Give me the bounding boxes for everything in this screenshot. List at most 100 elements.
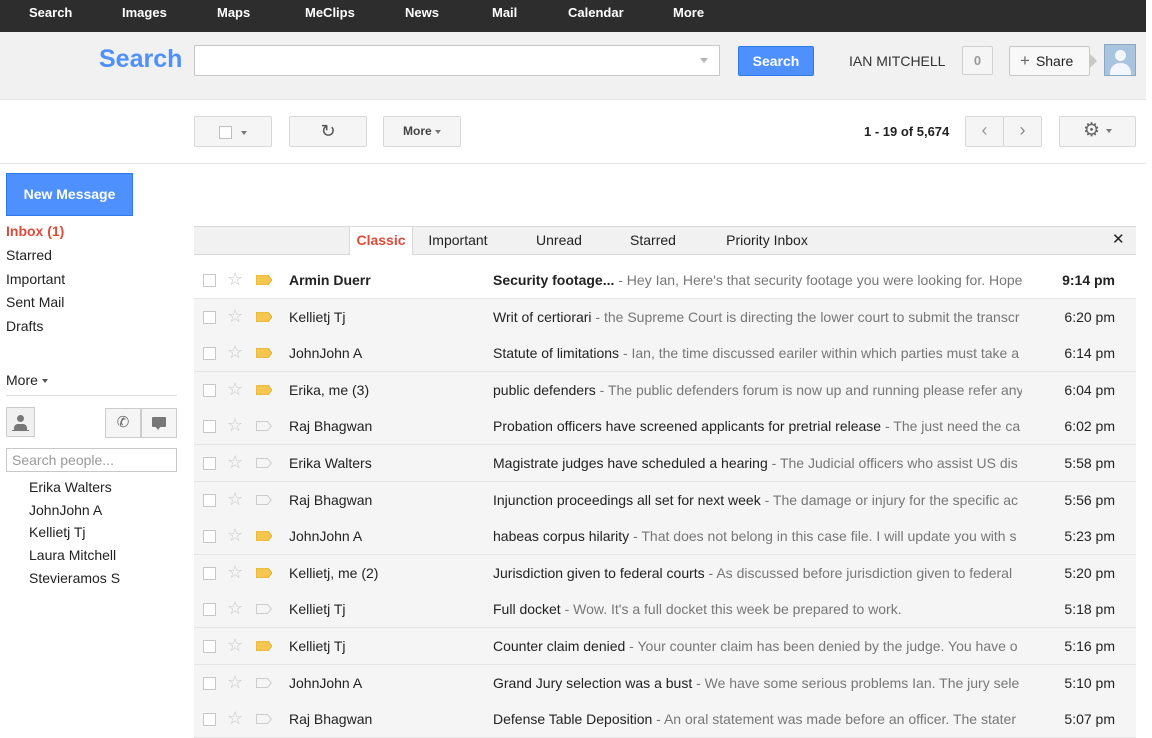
more-actions-button[interactable]: More [383,116,461,147]
row-checkbox[interactable] [203,347,216,360]
message-row[interactable]: ☆ Raj Bhagwan Injunction proceedings all s… [194,482,1136,519]
star-icon[interactable]: ☆ [227,415,243,435]
importance-marker-icon[interactable] [256,678,272,688]
sidebar-item-drafts[interactable]: Drafts [6,318,43,334]
message-subject: Grand Jury selection was a bust [493,675,693,691]
search-options-dropdown-icon[interactable] [700,58,708,63]
chevron-down-icon [1106,128,1113,133]
previous-page-button[interactable]: ‹ [965,116,1004,147]
star-icon[interactable]: ☆ [227,562,243,582]
nav-search[interactable]: Search [29,0,72,28]
row-checkbox[interactable] [203,494,216,507]
importance-marker-icon[interactable] [256,348,272,358]
row-checkbox[interactable] [203,677,216,690]
nav-maps[interactable]: Maps [217,0,250,28]
sidebar-item-sent-mail[interactable]: Sent Mail [6,294,64,310]
tab-priority-inbox[interactable]: Priority Inbox [719,227,815,254]
tab-classic[interactable]: Classic [349,227,413,255]
contact-item[interactable]: Erika Walters [29,479,112,495]
star-icon[interactable]: ☆ [227,708,243,728]
chat-button[interactable] [141,408,177,438]
message-row[interactable]: ☆ Kellietj Tj Full docket - Wow. It's a fu… [194,591,1136,628]
row-checkbox[interactable] [203,420,216,433]
nav-more[interactable]: More [673,0,704,28]
message-row[interactable]: ☆ JohnJohn A Statute of limitations - Ian,… [194,335,1136,372]
message-row[interactable]: ☆ JohnJohn A habeas corpus hilarity - That… [194,518,1136,555]
search-input[interactable] [194,45,720,76]
tab-important[interactable]: Important [419,227,497,254]
contacts-status-button[interactable] [6,407,35,437]
nav-meclips[interactable]: MeClips [305,0,355,28]
nav-mail[interactable]: Mail [492,0,517,28]
message-row[interactable]: ☆ Kellietj, me (2) Jurisdiction given to f… [194,555,1136,592]
star-icon[interactable]: ☆ [227,489,243,509]
tab-starred[interactable]: Starred [618,227,688,254]
importance-marker-icon[interactable] [256,275,272,285]
message-row[interactable]: ☆ JohnJohn A Grand Jury selection was a bu… [194,665,1136,702]
row-checkbox[interactable] [203,311,216,324]
message-time: 5:16 pm [1064,638,1115,654]
message-sender: Erika, me (3) [289,382,370,398]
message-row[interactable]: ☆ Raj Bhagwan Probation officers have scre… [194,408,1136,445]
avatar[interactable] [1104,44,1136,76]
nav-news[interactable]: News [405,0,439,28]
next-page-button[interactable]: › [1003,116,1042,147]
row-checkbox[interactable] [203,567,216,580]
star-icon[interactable]: ☆ [227,525,243,545]
importance-marker-icon[interactable] [256,641,272,651]
row-checkbox[interactable] [203,384,216,397]
star-icon[interactable]: ☆ [227,598,243,618]
star-icon[interactable]: ☆ [227,306,243,326]
notifications-count-button[interactable]: 0 [962,46,993,75]
star-icon[interactable]: ☆ [227,269,243,289]
star-icon[interactable]: ☆ [227,452,243,472]
settings-button[interactable]: ⚙ [1059,116,1136,147]
tab-unread[interactable]: Unread [524,227,594,254]
contact-item[interactable]: JohnJohn A [29,502,102,518]
message-row[interactable]: ☆ Erika, me (3) public defenders - The pub… [194,372,1136,409]
new-message-button[interactable]: New Message [6,173,133,216]
row-checkbox[interactable] [203,640,216,653]
nav-images[interactable]: Images [122,0,167,28]
importance-marker-icon[interactable] [256,604,272,614]
importance-marker-icon[interactable] [256,458,272,468]
message-row[interactable]: ☆ Kellietj Tj Counter claim denied - Your … [194,628,1136,665]
contact-item[interactable]: Stevieramos S [29,570,120,586]
importance-marker-icon[interactable] [256,312,272,322]
row-checkbox[interactable] [203,530,216,543]
importance-marker-icon[interactable] [256,568,272,578]
star-icon[interactable]: ☆ [227,672,243,692]
nav-calendar[interactable]: Calendar [568,0,624,28]
select-all-button[interactable] [194,116,272,147]
sidebar-item-starred[interactable]: Starred [6,247,52,263]
sidebar-more-link[interactable]: More [6,372,48,388]
close-icon[interactable]: ✕ [1112,230,1125,248]
contact-item[interactable]: Laura Mitchell [29,547,116,563]
sidebar-item-important[interactable]: Important [6,271,65,287]
user-name[interactable]: IAN MITCHELL [849,53,945,69]
importance-marker-icon[interactable] [256,495,272,505]
row-checkbox[interactable] [203,713,216,726]
importance-marker-icon[interactable] [256,714,272,724]
share-button[interactable]: + Share [1009,46,1090,76]
row-checkbox[interactable] [203,603,216,616]
refresh-button[interactable]: ↻ [289,116,367,147]
star-icon[interactable]: ☆ [227,635,243,655]
contact-item[interactable]: Kellietj Tj [29,524,86,540]
row-checkbox[interactable] [203,457,216,470]
star-icon[interactable]: ☆ [227,379,243,399]
people-search-input[interactable] [6,448,177,472]
importance-marker-icon[interactable] [256,421,272,431]
message-row[interactable]: ☆ Erika Walters Magistrate judges have sch… [194,445,1136,482]
message-row[interactable]: ☆ Kellietj Tj Writ of certiorari - the Sup… [194,299,1136,336]
sidebar-item-inbox[interactable]: Inbox (1) [6,223,64,239]
message-row[interactable]: ☆ Raj Bhagwan Defense Table Deposition - A… [194,701,1136,738]
row-checkbox[interactable] [203,274,216,287]
importance-marker-icon[interactable] [256,385,272,395]
importance-marker-icon[interactable] [256,531,272,541]
star-icon[interactable]: ☆ [227,342,243,362]
search-button[interactable]: Search [738,46,814,76]
message-row[interactable]: ☆ Armin Duerr Security footage... - Hey Ia… [194,262,1136,299]
call-phone-button[interactable]: ✆ [105,408,141,438]
share-label: Share [1035,53,1074,69]
